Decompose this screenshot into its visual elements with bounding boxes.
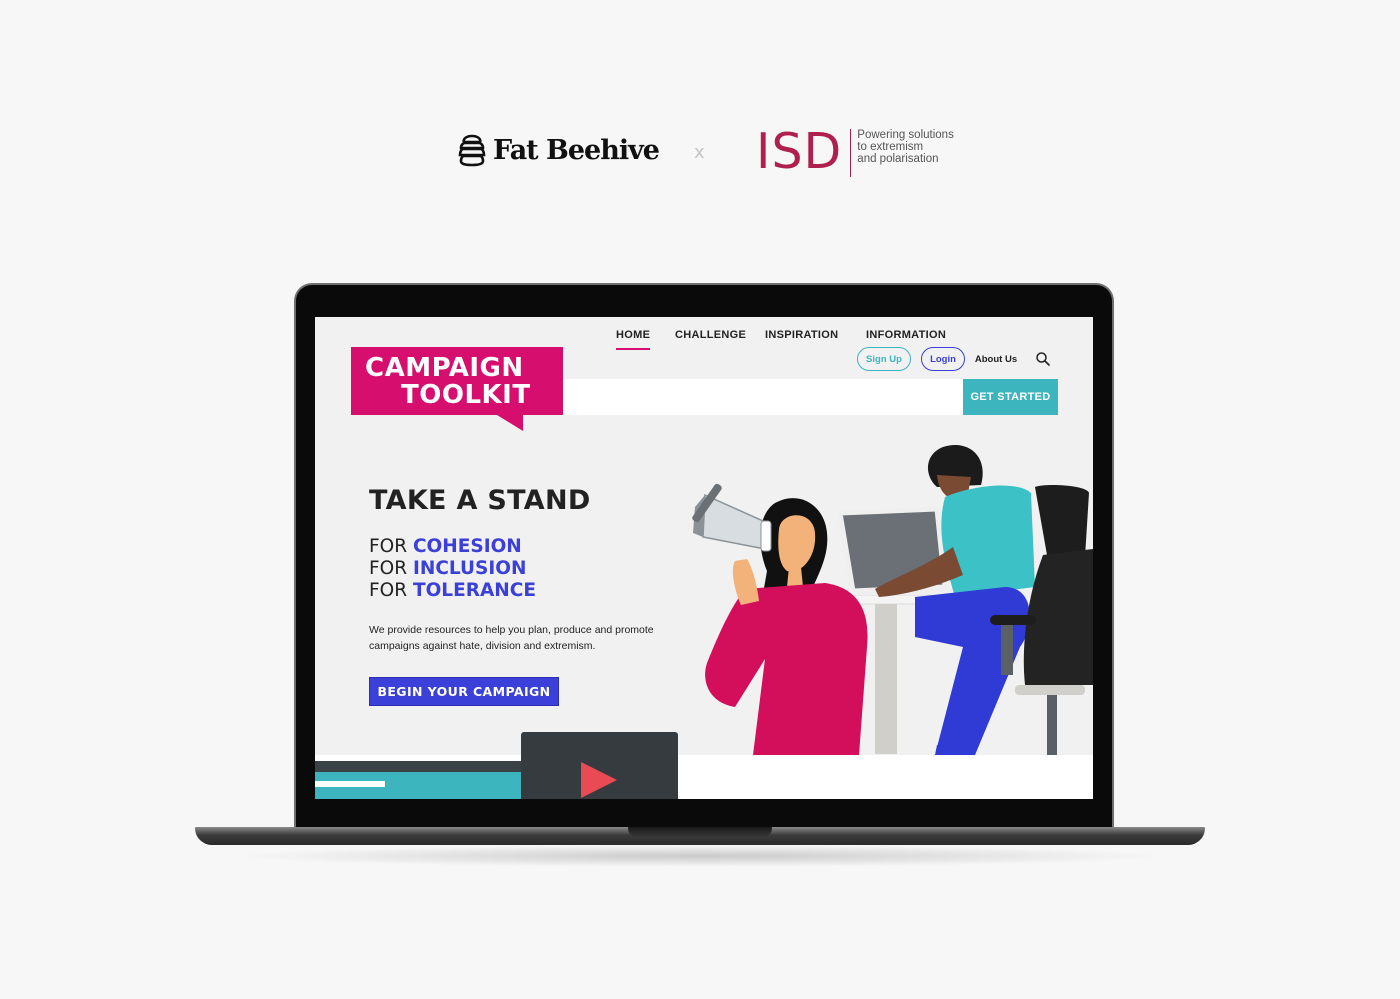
nav-information[interactable]: INFORMATION [866,317,946,353]
isd-tagline-line: Powering solutions [857,129,954,141]
isd-divider [850,129,852,177]
laptop-shadow [230,845,1170,867]
logo-line-2: TOOLKIT [401,380,531,410]
for-prefix: FOR [369,580,408,601]
fat-beehive-logo: Fat Beehive [457,130,660,170]
begin-campaign-button[interactable]: BEGIN YOUR CAMPAIGN [369,677,559,706]
isd-wordmark: ISD [756,123,843,180]
hero-for-line: FOR COHESION [369,536,522,557]
campaign-toolkit-logo[interactable]: CAMPAIGN TOOLKIT [351,347,563,415]
logo-speech-tail [497,415,523,431]
hero-description: We provide resources to help you plan, p… [369,624,654,652]
band-accent-line [315,781,385,787]
video-thumbnail[interactable] [521,732,678,799]
main-nav-bar [563,379,963,415]
for-prefix: FOR [369,536,408,557]
megaphone-icon [692,483,772,552]
nav-challenge[interactable]: CHALLENGE [675,317,746,353]
isd-tagline-line: to extremism [857,141,924,153]
nav-inspiration[interactable]: INSPIRATION [765,317,838,353]
get-started-button[interactable]: GET STARTED [963,379,1058,415]
hero-for-line: FOR INCLUSION [369,558,526,579]
keyword-tolerance: TOLERANCE [412,580,536,601]
beehive-icon [458,134,486,167]
for-prefix: FOR [369,558,408,579]
brand-separator: x [694,142,705,163]
laptop-notch [628,827,772,838]
logo-line-1: CAMPAIGN [365,353,524,383]
isd-logo: ISD Powering solutions to extremism and … [756,126,954,178]
laptop-screen: CAMPAIGN TOOLKIT Sign Up Login About Us … [315,317,1093,799]
keyword-cohesion: COHESION [412,536,522,557]
hero-illustration [692,444,1093,755]
nav-home[interactable]: HOME [616,317,651,353]
fat-beehive-wordmark: Fat Beehive [493,134,660,166]
play-icon[interactable] [581,762,617,798]
keyword-inclusion: INCLUSION [412,558,527,579]
hero-for-line: FOR TOLERANCE [369,580,536,601]
isd-tagline-line: and polarisation [857,153,939,165]
isd-tagline: Powering solutions to extremism and pola… [857,129,954,165]
search-icon[interactable] [1035,351,1051,367]
about-us-link[interactable]: About Us [973,347,1019,371]
hero-title: TAKE A STAND [369,485,591,516]
